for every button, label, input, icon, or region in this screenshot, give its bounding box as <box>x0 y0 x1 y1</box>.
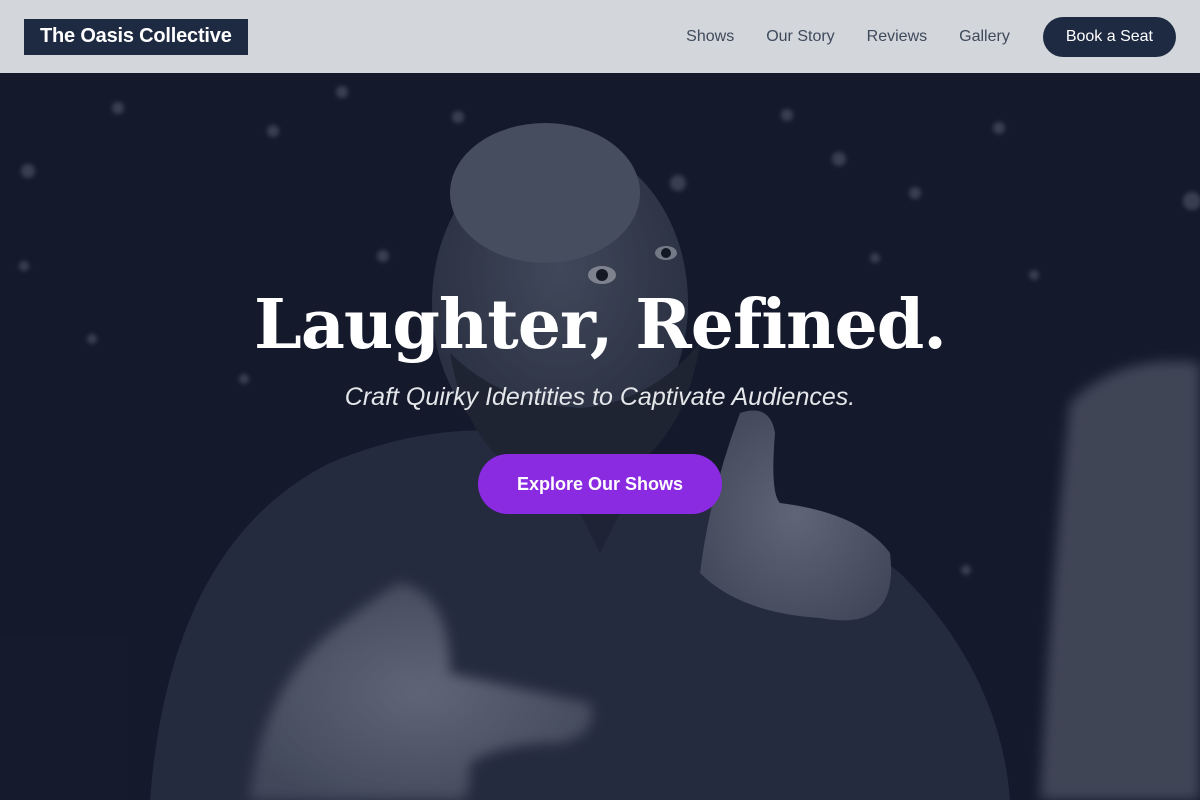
hero-section: Laughter, Refined. Craft Quirky Identiti… <box>0 73 1200 800</box>
nav-link-shows[interactable]: Shows <box>686 27 734 47</box>
main-nav: Shows Our Story Reviews Gallery Book a S… <box>686 16 1176 57</box>
nav-link-our-story[interactable]: Our Story <box>766 27 834 47</box>
site-header: The Oasis Collective Shows Our Story Rev… <box>0 0 1200 73</box>
hero-content: Laughter, Refined. Craft Quirky Identiti… <box>0 73 1200 800</box>
nav-link-reviews[interactable]: Reviews <box>867 27 927 47</box>
nav-link-gallery[interactable]: Gallery <box>959 27 1010 47</box>
hero-subtitle: Craft Quirky Identities to Captivate Aud… <box>344 383 856 411</box>
site-logo[interactable]: The Oasis Collective <box>24 18 248 55</box>
hero-title: Laughter, Refined. <box>254 285 947 365</box>
explore-shows-button[interactable]: Explore Our Shows <box>478 454 722 514</box>
book-a-seat-button[interactable]: Book a Seat <box>1042 16 1176 57</box>
